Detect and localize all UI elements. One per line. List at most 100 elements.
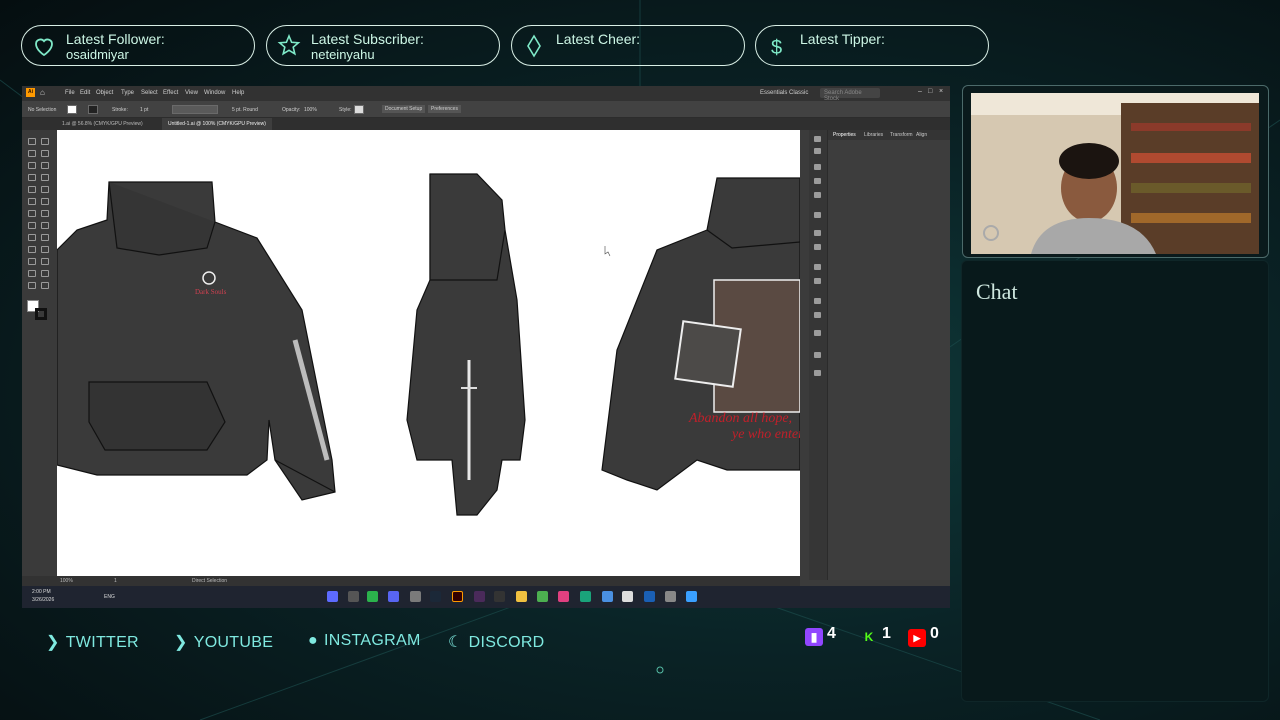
artboard-canvas[interactable]: Dark Souls Abandon all hope, ye who ente… xyxy=(57,130,800,576)
graphic-styles-icon[interactable] xyxy=(814,212,821,218)
curvature-tool-icon[interactable] xyxy=(41,162,49,169)
illustrator-icon[interactable] xyxy=(452,591,463,602)
appearance-icon[interactable] xyxy=(814,230,821,236)
menu-view[interactable]: View xyxy=(185,90,198,96)
close-button[interactable]: × xyxy=(939,88,943,95)
style-swatch[interactable] xyxy=(354,105,364,114)
chat-panel: Chat xyxy=(961,260,1269,702)
color-guide-icon[interactable] xyxy=(814,148,821,154)
zoom-tool-icon[interactable] xyxy=(41,282,49,289)
maximize-button[interactable]: □ xyxy=(928,88,932,95)
eyedropper-tool-icon[interactable] xyxy=(28,246,36,253)
stroke-weight[interactable]: 1 pt xyxy=(140,107,148,113)
social-twitter[interactable]: ❯ TWITTER xyxy=(46,632,139,652)
type-tool-icon[interactable] xyxy=(28,174,36,181)
direct-selection-tool-icon[interactable] xyxy=(41,138,49,145)
taskbar-app-icon[interactable] xyxy=(474,591,485,602)
social-discord[interactable]: ☾ DISCORD xyxy=(448,632,545,652)
menu-object[interactable]: Object xyxy=(96,90,113,96)
menu-type[interactable]: Type xyxy=(121,90,134,96)
variable-width-profile[interactable] xyxy=(172,105,218,114)
menu-edit[interactable]: Edit xyxy=(80,90,90,96)
workspace-switcher[interactable]: Essentials Classic xyxy=(760,90,808,96)
document-setup-button[interactable]: Document Setup xyxy=(382,105,426,113)
cheer-label: Latest Cheer: xyxy=(556,31,641,47)
tab-align[interactable]: Align xyxy=(916,132,927,138)
brushes-icon[interactable] xyxy=(814,178,821,184)
tab-properties[interactable]: Properties xyxy=(833,132,856,138)
gradient-tool-icon[interactable] xyxy=(41,234,49,241)
taskbar-app-icon[interactable] xyxy=(665,591,676,602)
lasso-tool-icon[interactable] xyxy=(41,150,49,157)
social-youtube[interactable]: ❯ YOUTUBE xyxy=(174,632,273,652)
paintbrush-tool-icon[interactable] xyxy=(41,186,49,193)
menu-window[interactable]: Window xyxy=(204,90,225,96)
language-indicator[interactable]: ENG xyxy=(104,594,115,600)
chrome-icon[interactable] xyxy=(367,591,378,602)
obs-icon[interactable] xyxy=(494,591,505,602)
brush-definition[interactable]: 5 pt. Round xyxy=(232,107,258,113)
chrome-icon[interactable] xyxy=(602,591,613,602)
menu-help[interactable]: Help xyxy=(232,90,244,96)
color-panel-icon[interactable] xyxy=(814,136,821,142)
symbol-sprayer-tool-icon[interactable] xyxy=(28,258,36,265)
shaper-tool-icon[interactable] xyxy=(28,198,36,205)
discord-icon[interactable] xyxy=(388,591,399,602)
taskbar-app-icon[interactable] xyxy=(580,591,591,602)
minimize-button[interactable]: – xyxy=(918,88,922,95)
social-instagram[interactable]: ● INSTAGRAM xyxy=(308,632,421,650)
transform-panel-icon[interactable] xyxy=(814,330,821,336)
preferences-button[interactable]: Preferences xyxy=(428,105,461,113)
pathfinder-icon[interactable] xyxy=(814,312,821,318)
taskbar-app-icon[interactable] xyxy=(348,591,359,602)
rectangle-tool-icon[interactable] xyxy=(28,186,36,193)
magic-wand-tool-icon[interactable] xyxy=(28,150,36,157)
steam-icon[interactable] xyxy=(430,591,441,602)
stroke-color-swatch[interactable] xyxy=(35,308,47,320)
home-icon[interactable]: ⌂ xyxy=(40,88,45,97)
tab-document-untitled[interactable]: Untitled-1.ai @ 100% (CMYK/GPU Preview) xyxy=(162,118,272,130)
taskbar-app-icon[interactable] xyxy=(558,591,569,602)
artboards-panel-icon[interactable] xyxy=(814,370,821,376)
symbols-icon[interactable] xyxy=(814,192,821,198)
windows-start-icon[interactable] xyxy=(686,591,697,602)
transparency-icon[interactable] xyxy=(814,244,821,250)
zoom-level[interactable]: 100% xyxy=(60,578,73,584)
menu-select[interactable]: Select xyxy=(141,90,158,96)
layers-panel-icon[interactable] xyxy=(814,352,821,358)
taskbar-app-icon[interactable] xyxy=(327,591,338,602)
opacity-value[interactable]: 100% xyxy=(304,107,317,113)
line-tool-icon[interactable] xyxy=(41,174,49,181)
free-transform-tool-icon[interactable] xyxy=(41,222,49,229)
stroke-panel-icon[interactable] xyxy=(814,264,821,270)
stroke-swatch[interactable] xyxy=(88,105,98,114)
align-panel-icon[interactable] xyxy=(814,298,821,304)
stock-search-input[interactable]: Search Adobe Stock xyxy=(820,88,880,102)
pen-tool-icon[interactable] xyxy=(28,162,36,169)
width-tool-icon[interactable] xyxy=(28,222,36,229)
artboard-tool-icon[interactable] xyxy=(28,270,36,277)
swatches-icon[interactable] xyxy=(814,164,821,170)
calendar-icon[interactable] xyxy=(622,591,633,602)
slice-tool-icon[interactable] xyxy=(41,270,49,277)
fill-swatch[interactable] xyxy=(67,105,77,114)
hand-tool-icon[interactable] xyxy=(28,282,36,289)
eraser-tool-icon[interactable] xyxy=(41,198,49,205)
blend-tool-icon[interactable] xyxy=(41,246,49,253)
tab-document-1[interactable]: 1.ai @ 56.8% (CMYK/GPU Preview) xyxy=(56,118,149,130)
rotate-tool-icon[interactable] xyxy=(28,210,36,217)
menu-effect[interactable]: Effect xyxy=(163,90,178,96)
gradient-panel-icon[interactable] xyxy=(814,278,821,284)
graph-tool-icon[interactable] xyxy=(41,258,49,265)
taskbar-app-icon[interactable] xyxy=(644,591,655,602)
tab-transform[interactable]: Transform xyxy=(890,132,913,138)
minecraft-icon[interactable] xyxy=(537,591,548,602)
scale-tool-icon[interactable] xyxy=(41,210,49,217)
selection-tool-icon[interactable] xyxy=(28,138,36,145)
file-explorer-icon[interactable] xyxy=(516,591,527,602)
artboard-number[interactable]: 1 xyxy=(114,578,117,584)
menu-file[interactable]: File xyxy=(65,90,75,96)
tab-libraries[interactable]: Libraries xyxy=(864,132,883,138)
settings-icon[interactable] xyxy=(410,591,421,602)
shape-builder-tool-icon[interactable] xyxy=(28,234,36,241)
